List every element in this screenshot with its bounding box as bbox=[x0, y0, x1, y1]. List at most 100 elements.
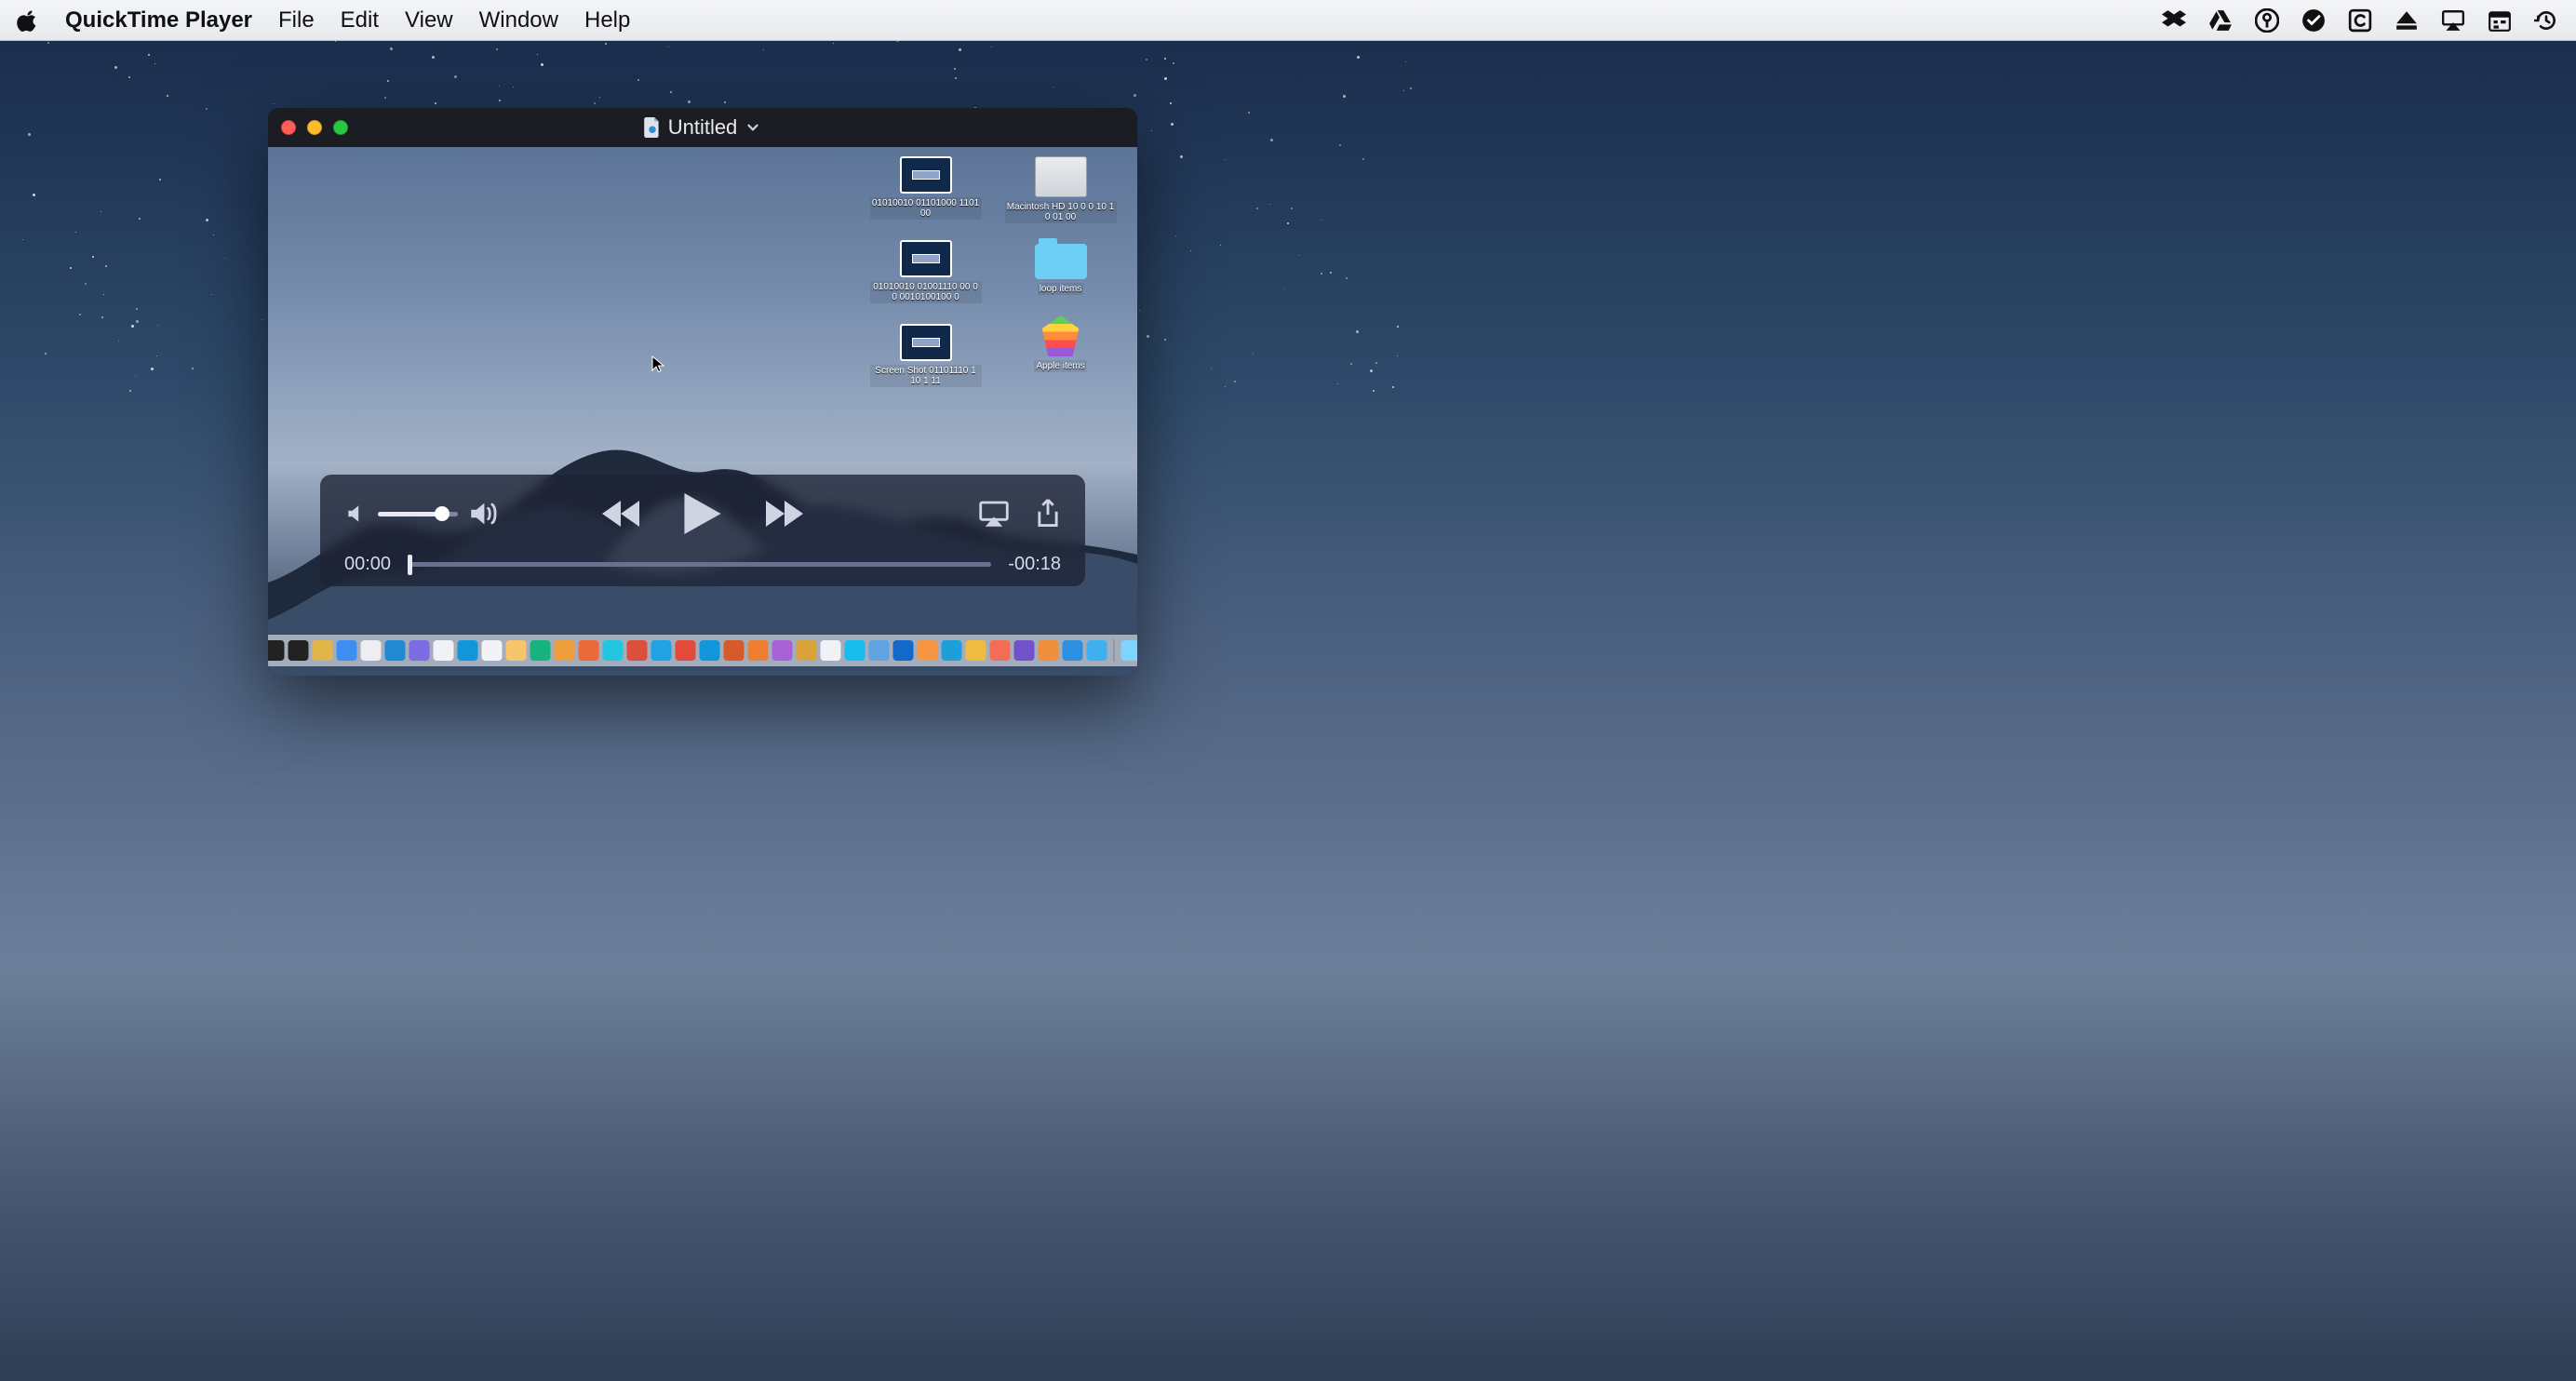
dock-app-icon[interactable] bbox=[893, 640, 914, 661]
traffic-lights bbox=[281, 120, 348, 135]
calendar-icon[interactable] bbox=[2487, 7, 2513, 34]
star-icon bbox=[1403, 90, 1404, 91]
volume-group bbox=[344, 498, 499, 530]
dock-app-icon[interactable] bbox=[603, 640, 624, 661]
star-icon bbox=[1164, 339, 1166, 341]
dock-app-icon[interactable] bbox=[748, 640, 769, 661]
checkmark-circle-icon[interactable] bbox=[2301, 7, 2327, 34]
dropbox-icon[interactable] bbox=[2161, 7, 2187, 34]
dock-app-icon[interactable] bbox=[1087, 640, 1107, 661]
dock-app-icon[interactable] bbox=[337, 640, 357, 661]
star-icon bbox=[1225, 386, 1226, 387]
time-machine-icon[interactable] bbox=[2533, 7, 2559, 34]
airplay-menubar-icon[interactable] bbox=[2440, 7, 2466, 34]
dock-app-icon[interactable] bbox=[268, 640, 285, 661]
star-icon bbox=[1270, 139, 1273, 141]
volume-thumb[interactable] bbox=[435, 506, 449, 521]
volume-slider[interactable] bbox=[378, 512, 458, 516]
dock-app-icon[interactable] bbox=[772, 640, 793, 661]
star-icon bbox=[1147, 335, 1149, 338]
star-icon bbox=[1190, 250, 1191, 251]
menu-file[interactable]: File bbox=[278, 7, 315, 34]
window-close-button[interactable] bbox=[281, 120, 296, 135]
c-square-icon[interactable] bbox=[2347, 7, 2373, 34]
dock-app-icon[interactable] bbox=[627, 640, 648, 661]
volume-high-icon[interactable] bbox=[467, 498, 499, 530]
dock-app-icon[interactable] bbox=[1014, 640, 1035, 661]
star-icon bbox=[70, 267, 72, 269]
dock-app-icon[interactable] bbox=[845, 640, 865, 661]
menubar-status-area bbox=[2161, 7, 2559, 34]
video-viewport[interactable]: 01010010 01101000 1101 00 01010010 01001… bbox=[268, 147, 1137, 676]
seek-row: 00:00 -00:18 bbox=[344, 554, 1061, 575]
star-icon bbox=[1248, 112, 1250, 114]
dock-app-icon[interactable] bbox=[942, 640, 962, 661]
window-zoom-button[interactable] bbox=[333, 120, 348, 135]
star-icon bbox=[159, 179, 161, 181]
star-icon bbox=[85, 283, 87, 285]
star-icon bbox=[670, 91, 672, 93]
menu-edit[interactable]: Edit bbox=[341, 7, 379, 34]
airplay-button[interactable] bbox=[979, 500, 1009, 528]
dock-app-icon[interactable] bbox=[555, 640, 575, 661]
star-icon bbox=[1375, 362, 1377, 364]
dock-app-icon[interactable] bbox=[918, 640, 938, 661]
dock-app-icon[interactable] bbox=[724, 640, 745, 661]
dock-app-icon[interactable] bbox=[313, 640, 333, 661]
chevron-down-icon[interactable] bbox=[745, 117, 761, 138]
star-icon bbox=[192, 368, 194, 369]
star-icon bbox=[1330, 272, 1332, 274]
dock-folder-icon[interactable] bbox=[1121, 640, 1138, 661]
menu-window[interactable]: Window bbox=[479, 7, 558, 34]
rewind-button[interactable] bbox=[602, 498, 639, 530]
dock-app-icon[interactable] bbox=[434, 640, 454, 661]
star-icon bbox=[1337, 383, 1338, 384]
dock-app-icon[interactable] bbox=[700, 640, 720, 661]
file-label: Macintosh HD 10 0 0 10 10 01 00 bbox=[1005, 201, 1117, 223]
play-button[interactable] bbox=[682, 493, 723, 534]
share-button[interactable] bbox=[1035, 499, 1061, 529]
dock-app-icon[interactable] bbox=[1063, 640, 1083, 661]
seek-thumb[interactable] bbox=[408, 555, 412, 575]
recorded-desktop-icons: 01010010 01101000 1101 00 01010010 01001… bbox=[867, 156, 1119, 387]
apple-menu-icon[interactable] bbox=[17, 9, 39, 32]
onepassword-icon[interactable] bbox=[2254, 7, 2280, 34]
transport-controls bbox=[602, 493, 803, 534]
window-titlebar[interactable]: Untitled bbox=[268, 108, 1137, 147]
dock-app-icon[interactable] bbox=[458, 640, 478, 661]
dock-app-icon[interactable] bbox=[530, 640, 551, 661]
volume-low-icon[interactable] bbox=[344, 502, 369, 526]
star-icon bbox=[1139, 310, 1140, 311]
dock-app-icon[interactable] bbox=[579, 640, 599, 661]
star-icon bbox=[833, 43, 834, 44]
menu-view[interactable]: View bbox=[405, 7, 453, 34]
dock-app-icon[interactable] bbox=[288, 640, 309, 661]
star-icon bbox=[92, 256, 94, 258]
dock-app-icon[interactable] bbox=[409, 640, 430, 661]
dock-app-icon[interactable] bbox=[651, 640, 672, 661]
app-name[interactable]: QuickTime Player bbox=[65, 7, 252, 34]
star-icon bbox=[1170, 102, 1172, 104]
dock-app-icon[interactable] bbox=[966, 640, 986, 661]
dock-app-icon[interactable] bbox=[482, 640, 503, 661]
dock-app-icon[interactable] bbox=[385, 640, 406, 661]
dock-app-icon[interactable] bbox=[506, 640, 527, 661]
window-minimize-button[interactable] bbox=[307, 120, 322, 135]
seek-slider[interactable] bbox=[408, 562, 991, 567]
dock-app-icon[interactable] bbox=[869, 640, 890, 661]
star-icon bbox=[959, 48, 961, 51]
dock-app-icon[interactable] bbox=[361, 640, 382, 661]
fast-forward-button[interactable] bbox=[766, 498, 803, 530]
eject-icon[interactable] bbox=[2394, 7, 2420, 34]
dock-app-icon[interactable] bbox=[821, 640, 841, 661]
google-drive-icon[interactable] bbox=[2207, 7, 2234, 34]
menu-help[interactable]: Help bbox=[584, 7, 630, 34]
quicktime-window: Untitled 01010010 01101000 1101 00 bbox=[268, 108, 1137, 676]
star-icon bbox=[499, 100, 501, 101]
dock-app-icon[interactable] bbox=[1039, 640, 1059, 661]
dock-app-icon[interactable] bbox=[676, 640, 696, 661]
star-icon bbox=[79, 314, 81, 315]
dock-app-icon[interactable] bbox=[990, 640, 1011, 661]
dock-app-icon[interactable] bbox=[797, 640, 817, 661]
star-icon bbox=[390, 47, 393, 50]
